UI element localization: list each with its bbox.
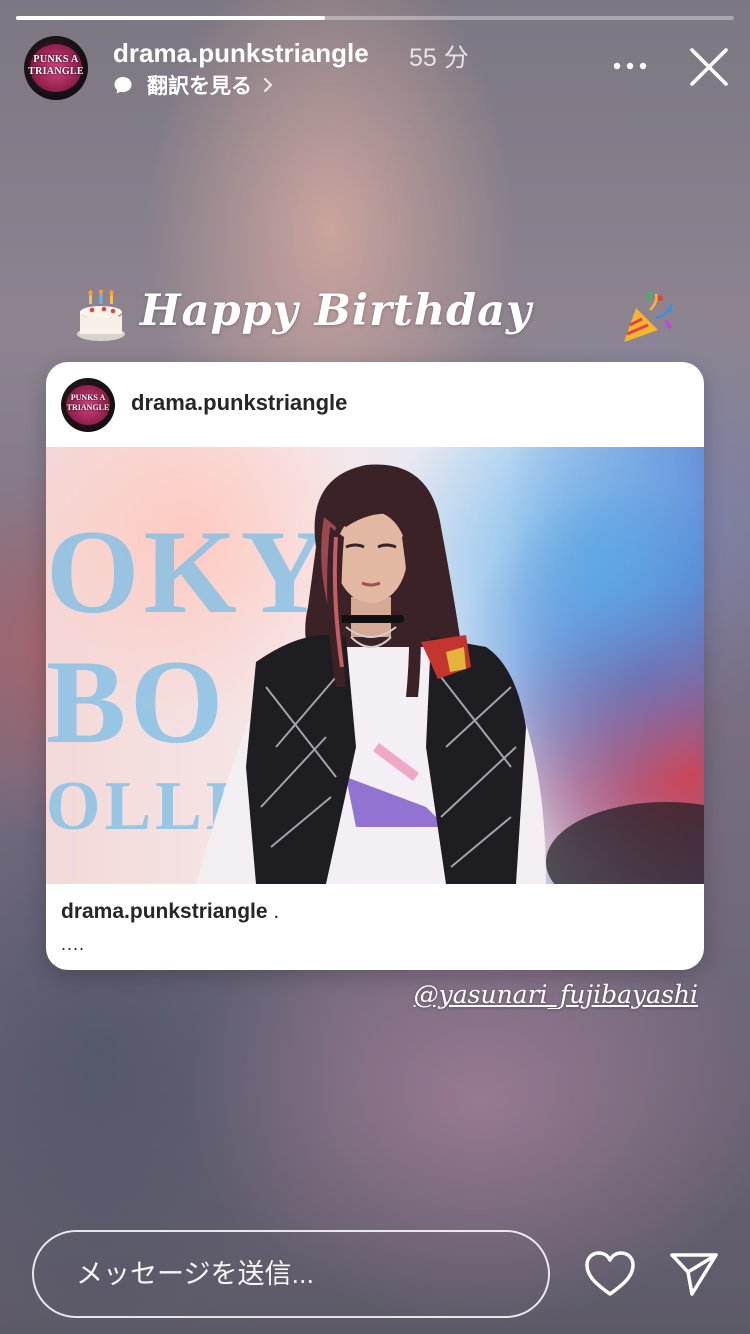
- story-timestamp: 55 分: [409, 44, 469, 72]
- caption-username[interactable]: drama.punkstriangle: [61, 900, 268, 923]
- post-photo[interactable]: OKYO BO OLLE: [46, 447, 704, 884]
- story-header: PUNKS A TRIANGLE drama.punkstriangle 55 …: [24, 36, 730, 102]
- send-icon: [670, 1253, 718, 1296]
- caption-text: .: [267, 900, 280, 923]
- caption-more: ....: [61, 934, 86, 954]
- speech-bubble-icon: [114, 77, 132, 94]
- model-figure: [196, 464, 704, 884]
- message-input[interactable]: [32, 1230, 550, 1318]
- translate-link[interactable]: 翻訳を見る: [113, 72, 274, 98]
- profile-avatar[interactable]: PUNKS A TRIANGLE: [24, 36, 88, 100]
- close-button[interactable]: [686, 44, 732, 90]
- story-progress-fill: [16, 16, 325, 20]
- party-popper-icon: [624, 291, 674, 342]
- send-button[interactable]: [668, 1250, 720, 1298]
- post-username[interactable]: drama.punkstriangle: [131, 390, 347, 416]
- birthday-cake-icon: [77, 290, 125, 341]
- close-icon: [690, 48, 728, 86]
- story-progress-bar: [16, 16, 734, 20]
- mention-sticker[interactable]: @yasunari_fujibayashi: [414, 980, 698, 1009]
- heart-icon: [585, 1251, 635, 1296]
- post-caption: drama.punkstriangle .: [61, 900, 279, 924]
- shared-post-card[interactable]: PUNKS A TRIANGLE drama.punkstriangle OKY…: [46, 362, 704, 970]
- more-options-button[interactable]: [612, 48, 648, 84]
- birthday-text: Happy Birthday: [140, 286, 532, 336]
- translate-label: 翻訳を見る: [147, 75, 252, 98]
- post-card-header: PUNKS A TRIANGLE drama.punkstriangle: [46, 362, 704, 446]
- post-avatar[interactable]: PUNKS A TRIANGLE: [61, 378, 115, 432]
- more-horizontal-icon: [613, 62, 647, 70]
- chevron-right-icon: [263, 77, 273, 93]
- like-button[interactable]: [584, 1250, 636, 1298]
- avatar-logo-text: PUNKS A TRIANGLE: [28, 54, 84, 77]
- post-avatar-logo-text: PUNKS A TRIANGLE: [66, 393, 110, 412]
- birthday-sticker[interactable]: Happy Birthday: [74, 284, 684, 354]
- story-username[interactable]: drama.punkstriangle: [113, 38, 369, 69]
